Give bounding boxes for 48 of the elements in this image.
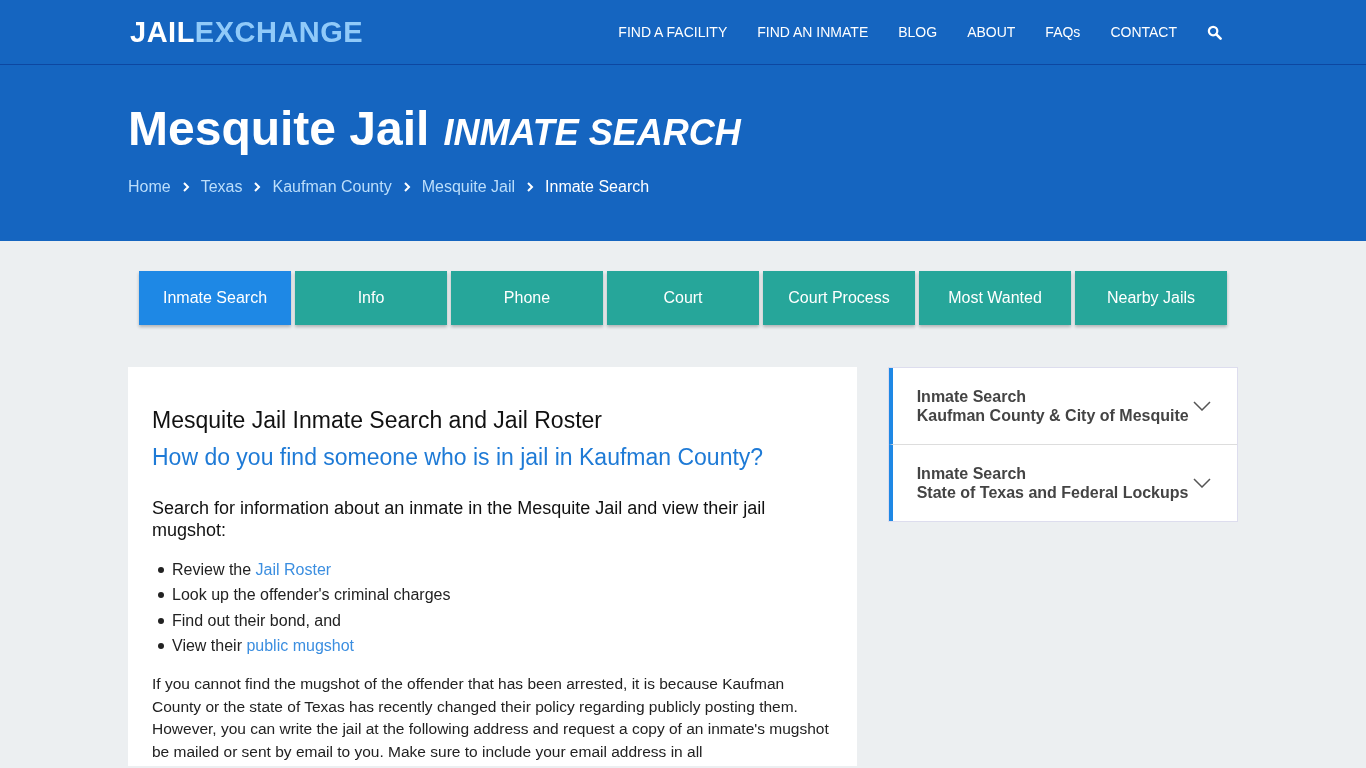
logo[interactable]: JAILEXCHANGE bbox=[128, 15, 364, 49]
tab[interactable]: Phone bbox=[451, 271, 603, 325]
nav-link[interactable]: FIND A FACILITY bbox=[618, 24, 728, 40]
search-icon[interactable] bbox=[1207, 24, 1222, 40]
breadcrumb-link[interactable]: Kaufman County bbox=[272, 178, 392, 196]
chevron-icon bbox=[181, 181, 190, 193]
nav-link[interactable]: CONTACT bbox=[1110, 24, 1177, 40]
list-item: Review the Jail Roster bbox=[172, 560, 332, 579]
accordion-item[interactable]: Inmate Search Kaufman County & City of Mesquite bbox=[888, 368, 1237, 444]
accordion-title: Inmate Search bbox=[916, 464, 1028, 483]
bullet-icon bbox=[158, 617, 164, 624]
bullet-icon bbox=[158, 643, 164, 650]
nav-link[interactable]: FIND AN INMATE bbox=[757, 24, 869, 40]
accordion-title: Inmate Search bbox=[916, 387, 1028, 406]
chevron-icon bbox=[526, 181, 535, 193]
lead-text: Search for information about an inmate in the Mesquite Jail and view their jail mugshot: bbox=[152, 497, 767, 541]
bullet-icon bbox=[158, 592, 164, 599]
chevron-icon bbox=[253, 181, 262, 193]
chevron-icon bbox=[402, 181, 411, 193]
tab[interactable]: Info bbox=[295, 271, 447, 325]
chevron-down-icon bbox=[1193, 478, 1211, 488]
breadcrumb-link[interactable]: Home bbox=[128, 178, 171, 196]
text-link[interactable]: Jail Roster bbox=[255, 560, 332, 578]
chevron-down-icon bbox=[1193, 401, 1211, 411]
tab[interactable]: Nearby Jails bbox=[1075, 271, 1227, 325]
page-title: Mesquite Jail bbox=[128, 101, 430, 156]
list-item: Find out their bond, and bbox=[172, 611, 341, 630]
body-paragraph: If you cannot find the mugshot of the offender that has been arrested, it is because Kaufman County or the state of Texas has recently changed their policy regarding publicly posting them. However, you can write the jail at the following address and request a copy of an inmate's mugshot be mailed or sent by email to you. Make sure to include your email address in all bbox=[152, 674, 830, 762]
tab[interactable]: Court Process bbox=[763, 271, 915, 325]
article-heading: Mesquite Jail Inmate Search and Jail Roster bbox=[152, 407, 603, 434]
tab[interactable]: Most Wanted bbox=[919, 271, 1071, 325]
article-question: How do you find someone who is in jail in Kaufman County? bbox=[152, 444, 765, 471]
list-item: Look up the offender's criminal charges bbox=[172, 586, 451, 605]
tab[interactable]: Court bbox=[607, 271, 759, 325]
page-subtitle: INMATE SEARCH bbox=[443, 112, 741, 154]
nav-link[interactable]: ABOUT bbox=[967, 24, 1016, 40]
accordion-item[interactable]: Inmate Search State of Texas and Federal Lockups bbox=[888, 444, 1237, 521]
nav-link[interactable]: FAQs bbox=[1045, 24, 1081, 40]
breadcrumb-link[interactable]: Mesquite Jail bbox=[421, 178, 516, 196]
accordion-subtitle: State of Texas and Federal Lockups bbox=[916, 483, 1189, 502]
bullet-icon bbox=[158, 566, 164, 573]
accordion-subtitle: Kaufman County & City of Mesquite bbox=[916, 406, 1189, 425]
breadcrumb-link[interactable]: Texas bbox=[200, 178, 243, 196]
nav-link[interactable]: BLOG bbox=[898, 24, 938, 40]
tab[interactable]: Inmate Search bbox=[139, 271, 291, 325]
list-item: View their public mugshot bbox=[172, 637, 355, 656]
breadcrumb-current[interactable]: Inmate Search bbox=[545, 178, 650, 196]
text-link[interactable]: public mugshot bbox=[246, 637, 355, 655]
